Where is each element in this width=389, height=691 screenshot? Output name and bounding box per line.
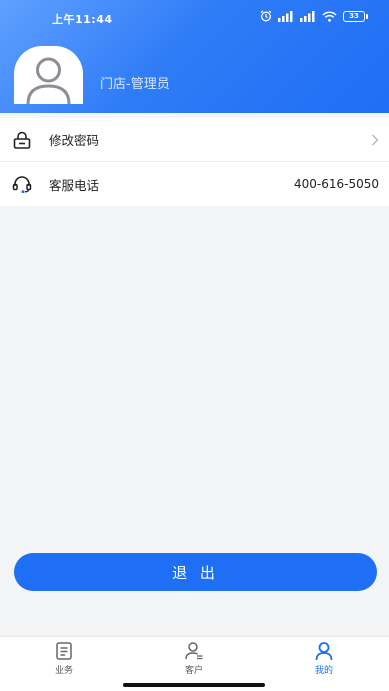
user-avatar-icon[interactable] [14, 46, 83, 104]
settings-menu: 修改密码 客服电话 400-616-5050 [0, 118, 389, 206]
tab-business[interactable]: 业务 [34, 641, 94, 676]
tab-label: 客户 [184, 666, 203, 676]
status-time: 上午11:44 [52, 13, 113, 26]
home-indicator [123, 683, 265, 687]
document-icon [56, 642, 72, 660]
tab-label: 业务 [54, 666, 73, 676]
menu-item-customer-service[interactable]: 客服电话 400-616-5050 [0, 162, 389, 206]
user-role: 门店-管理员 [100, 77, 170, 92]
tab-label: 我的 [314, 666, 333, 676]
wifi-icon [322, 10, 337, 22]
menu-item-change-password[interactable]: 修改密码 [0, 118, 389, 162]
status-icons: 33 [260, 10, 368, 22]
tab-customers[interactable]: 客户 [164, 641, 224, 676]
status-bar: 上午11:44 33 [0, 0, 389, 34]
alarm-icon [260, 10, 272, 22]
customer-service-phone[interactable]: 400-616-5050 [294, 177, 379, 191]
menu-item-label: 修改密码 [49, 133, 100, 148]
signal-icon [278, 10, 293, 22]
profile-icon [315, 642, 333, 661]
chevron-right-icon [372, 134, 379, 146]
signal-icon-2 [300, 10, 315, 22]
menu-item-label: 客服电话 [49, 177, 100, 193]
battery-icon: 33 [343, 10, 368, 22]
tab-mine[interactable]: 我的 [294, 641, 354, 676]
profile-header: 上午11:44 33 门店-管理员 [0, 0, 389, 113]
customer-icon [185, 642, 203, 660]
headset-icon [12, 176, 32, 193]
logout-button[interactable]: 退 出 [14, 553, 377, 591]
lock-icon [13, 131, 31, 149]
